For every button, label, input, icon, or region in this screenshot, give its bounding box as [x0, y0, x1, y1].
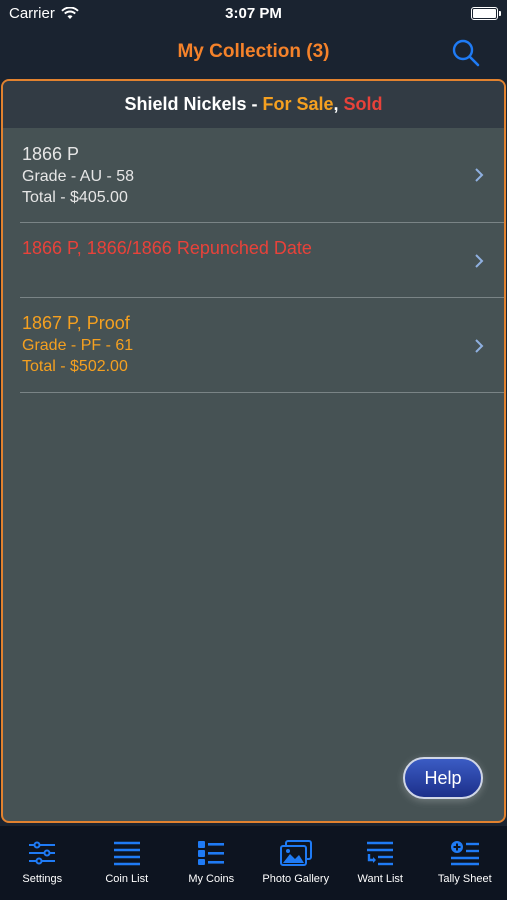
coin-grade: Grade - AU - 58 — [22, 168, 135, 185]
battery-icon — [471, 7, 501, 20]
coin-title: 1867 P, Proof — [22, 313, 130, 333]
tab-my-coins[interactable]: My Coins — [169, 826, 254, 900]
grid-list-icon — [198, 841, 225, 865]
tab-bar: Settings Coin List My Coins Photo Galler… — [0, 826, 507, 900]
tab-label: My Coins — [188, 873, 235, 885]
help-button[interactable]: Help — [403, 757, 483, 799]
tab-label: Settings — [22, 873, 63, 885]
page-title: My Collection (3) — [177, 41, 330, 62]
tab-tally-sheet[interactable]: Tally Sheet — [423, 826, 507, 900]
list-item[interactable]: 1867 P, Proof Grade - PF - 61 Total - $5… — [20, 298, 504, 393]
list-icon — [113, 841, 140, 866]
tab-want-list[interactable]: Want List — [338, 826, 423, 900]
coin-grade: Grade - PF - 61 — [22, 337, 134, 354]
list-item[interactable]: 1866 P, 1866/1866 Repunched Date — [20, 223, 504, 298]
header-series: Shield Nickels - — [124, 94, 263, 114]
chevron-right-icon — [475, 339, 484, 353]
coin-title: 1866 P — [22, 144, 80, 164]
photos-icon — [279, 840, 312, 866]
header-for-sale: For Sale — [262, 94, 334, 114]
header-sold: Sold — [343, 94, 383, 114]
chevron-right-icon — [475, 254, 484, 268]
list-item[interactable]: 1866 P Grade - AU - 58 Total - $405.00 — [20, 128, 504, 223]
sliders-icon — [29, 841, 56, 865]
want-list-icon — [367, 841, 394, 866]
status-time: 3:07 PM — [225, 5, 282, 22]
collection-panel: Shield Nickels - For Sale, Sold 1866 P G… — [1, 79, 506, 823]
header-separator: , — [333, 94, 344, 114]
search-icon[interactable] — [451, 38, 481, 68]
tally-add-icon — [450, 841, 479, 866]
tab-label: Tally Sheet — [437, 873, 492, 885]
coin-total: Total - $405.00 — [22, 189, 128, 206]
tab-settings[interactable]: Settings — [0, 826, 85, 900]
tab-label: Want List — [357, 873, 403, 885]
coin-title: 1866 P, 1866/1866 Repunched Date — [22, 238, 312, 258]
tab-label: Photo Gallery — [262, 873, 330, 885]
coin-total: Total - $502.00 — [22, 358, 128, 375]
nav-bar: My Collection (3) — [0, 28, 507, 78]
status-bar: Carrier 3:07 PM — [0, 0, 507, 28]
tab-label: Coin List — [105, 873, 149, 885]
collection-header: Shield Nickels - For Sale, Sold — [3, 81, 504, 128]
tab-coin-list[interactable]: Coin List — [85, 826, 170, 900]
chevron-right-icon — [475, 168, 484, 182]
tab-photo-gallery[interactable]: Photo Gallery — [254, 826, 339, 900]
